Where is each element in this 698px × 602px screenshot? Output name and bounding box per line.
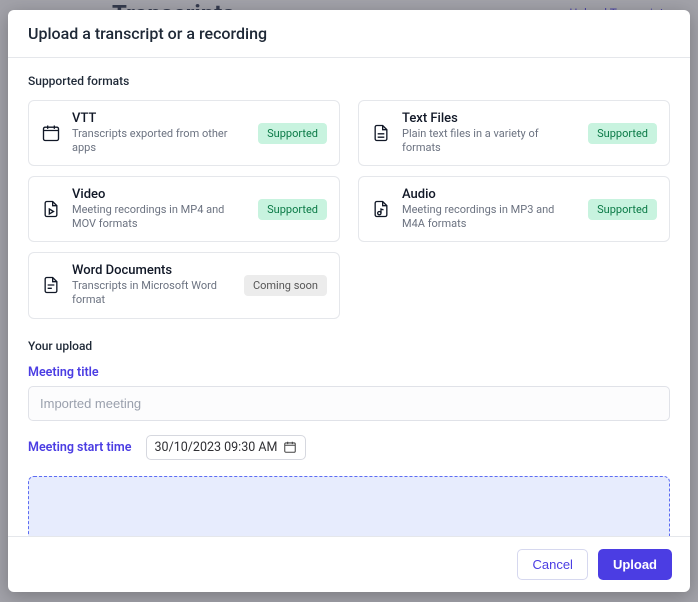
meeting-start-label: Meeting start time: [28, 440, 132, 455]
format-name: VTT: [72, 111, 247, 127]
calendar-picker-icon: [283, 440, 297, 454]
format-desc: Transcripts in Microsoft Word format: [72, 279, 233, 308]
modal-footer: Cancel Upload: [8, 536, 690, 592]
format-desc: Meeting recordings in MP3 and M4A format…: [402, 203, 577, 232]
format-desc: Transcripts exported from other apps: [72, 127, 247, 156]
supported-badge: Supported: [588, 123, 657, 144]
meeting-title-label: Meeting title: [28, 365, 670, 380]
format-name: Video: [72, 187, 247, 203]
supported-badge: Supported: [588, 199, 657, 220]
meeting-start-datetime[interactable]: 30/10/2023 09:30 AM: [146, 435, 307, 460]
file-icon: [371, 123, 391, 143]
format-card-audio: Audio Meeting recordings in MP3 and M4A …: [358, 176, 670, 242]
format-card-vtt: VTT Transcripts exported from other apps…: [28, 100, 340, 166]
format-card-video: Video Meeting recordings in MP4 and MOV …: [28, 176, 340, 242]
doc-file-icon: [41, 275, 61, 295]
your-upload-label: Your upload: [28, 339, 670, 353]
format-name: Text Files: [402, 111, 577, 127]
format-desc: Plain text files in a variety of formats: [402, 127, 577, 156]
format-card-word: Word Documents Transcripts in Microsoft …: [28, 252, 340, 318]
file-dropzone[interactable]: Drag files in or click here to upload: [28, 476, 670, 536]
format-name: Word Documents: [72, 263, 233, 279]
format-card-text: Text Files Plain text files in a variety…: [358, 100, 670, 166]
formats-grid: VTT Transcripts exported from other apps…: [28, 100, 670, 319]
format-name: Audio: [402, 187, 577, 203]
supported-badge: Supported: [258, 199, 327, 220]
upload-button[interactable]: Upload: [598, 549, 672, 580]
datetime-value: 30/10/2023 09:30 AM: [155, 440, 278, 455]
modal-title: Upload a transcript or a recording: [8, 10, 690, 58]
audio-file-icon: [371, 199, 391, 219]
coming-soon-badge: Coming soon: [244, 275, 327, 296]
supported-badge: Supported: [258, 123, 327, 144]
calendar-icon: [41, 123, 61, 143]
modal-body: Supported formats VTT Transcripts export…: [8, 58, 690, 536]
cancel-button[interactable]: Cancel: [517, 549, 587, 580]
upload-modal: Upload a transcript or a recording Suppo…: [8, 10, 690, 592]
video-file-icon: [41, 199, 61, 219]
supported-formats-label: Supported formats: [28, 74, 670, 88]
format-desc: Meeting recordings in MP4 and MOV format…: [72, 203, 247, 232]
meeting-title-input[interactable]: [28, 386, 670, 421]
